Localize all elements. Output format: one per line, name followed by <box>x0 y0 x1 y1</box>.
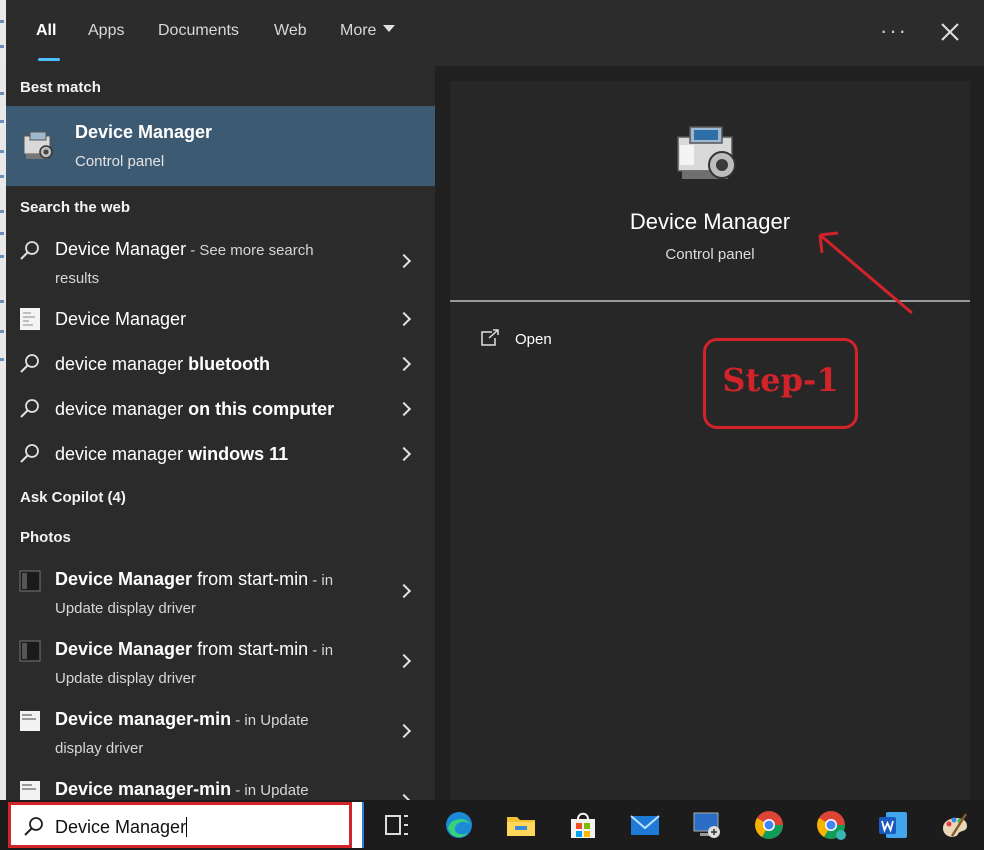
image-thumbnail-icon <box>20 781 40 800</box>
taskbar-search-box[interactable]: Device Manager <box>8 802 352 848</box>
device-manager-icon <box>677 126 736 179</box>
web-result-bold: windows 11 <box>188 444 289 464</box>
photo-result-rest: from start-min <box>192 569 309 589</box>
image-thumbnail-icon <box>20 711 40 731</box>
word-icon[interactable] <box>876 808 910 842</box>
web-result-bold: on this computer <box>188 399 335 419</box>
web-result-suffix: - See more search <box>186 242 314 259</box>
photo-result-item[interactable]: Device Manager from start-min - in Update… <box>6 566 435 626</box>
paint-icon[interactable] <box>938 808 972 842</box>
best-match-subtitle: Control panel <box>75 153 165 170</box>
chrome-icon[interactable] <box>752 808 786 842</box>
preview-panel: Device Manager Control panel Open <box>450 81 970 800</box>
photo-result-line2: display driver <box>55 740 144 757</box>
close-icon[interactable] <box>936 18 964 46</box>
tab-more-label: More <box>340 22 377 39</box>
photo-result-title: Device Manager <box>55 639 193 659</box>
more-options-icon[interactable]: ··· <box>880 18 908 44</box>
open-external-icon <box>481 329 499 346</box>
tab-apps[interactable]: Apps <box>88 22 124 40</box>
web-result-item[interactable]: device manager bluetooth <box>6 351 435 387</box>
web-result-prefix: device manager <box>55 399 189 419</box>
best-match-item[interactable]: Device Manager Control panel <box>6 106 435 186</box>
tab-web[interactable]: Web <box>274 22 307 40</box>
section-photos: Photos <box>20 529 71 546</box>
photo-result-rest: from start-min <box>192 639 309 659</box>
section-ask-copilot[interactable]: Ask Copilot (4) <box>20 489 126 506</box>
results-panel: Best match Device Manager Control panel … <box>6 66 435 800</box>
image-thumbnail-icon <box>19 570 41 592</box>
active-tab-indicator <box>38 58 60 61</box>
chevron-right-icon <box>396 311 412 327</box>
text-cursor <box>186 817 188 837</box>
section-search-web: Search the web <box>20 199 131 216</box>
chevron-right-icon <box>396 401 412 417</box>
chevron-right-icon <box>396 356 412 372</box>
search-header: All Apps Documents Web More ··· <box>6 0 984 66</box>
search-box-edge <box>352 802 364 848</box>
tab-all[interactable]: All <box>36 22 56 40</box>
photo-result-title: Device manager-min <box>55 709 232 729</box>
photo-result-title: Device manager-min <box>55 779 232 799</box>
web-result-line2: results <box>55 270 100 287</box>
device-manager-icon <box>23 131 53 159</box>
chevron-right-icon <box>396 446 412 462</box>
photo-result-title: Device Manager <box>55 569 193 589</box>
search-input[interactable]: Device Manager <box>55 817 335 838</box>
photo-result-location: - in Update <box>231 782 309 799</box>
web-result-prefix: device manager <box>55 354 189 374</box>
annotation-step-label: Step-1 <box>722 361 839 399</box>
photo-result-location: - in <box>308 642 334 659</box>
file-explorer-icon[interactable] <box>504 808 538 842</box>
web-result-main: Device Manager <box>55 239 187 259</box>
best-match-title: Device Manager <box>75 122 213 142</box>
web-result-bold: bluetooth <box>188 354 271 374</box>
open-label: Open <box>515 331 552 348</box>
chevron-right-icon <box>396 253 412 269</box>
tab-more[interactable]: More <box>340 22 396 40</box>
photo-result-line2: Update display driver <box>55 670 196 687</box>
search-input-value: Device Manager <box>55 817 187 837</box>
image-thumbnail-icon <box>19 640 41 662</box>
photo-result-line2: Update display driver <box>55 600 196 617</box>
taskbar: Device Manager <box>0 800 984 850</box>
web-result-main: Device Manager <box>55 309 187 329</box>
mail-icon[interactable] <box>628 808 662 842</box>
chevron-right-icon <box>396 583 412 599</box>
caret-down-icon <box>383 25 396 32</box>
chevron-right-icon <box>396 723 412 739</box>
search-icon <box>20 444 39 463</box>
document-icon <box>20 308 40 330</box>
annotation-arrow <box>818 231 913 315</box>
open-button[interactable]: Open <box>480 327 600 355</box>
task-view-icon[interactable] <box>380 808 414 842</box>
edge-icon[interactable] <box>442 808 476 842</box>
web-result-item[interactable]: Device Manager <box>6 306 435 342</box>
web-result-item[interactable]: device manager windows 11 <box>6 441 435 477</box>
photo-result-location: - in <box>308 572 334 589</box>
photo-result-item[interactable]: Device Manager from start-min - in Update… <box>6 636 435 696</box>
chrome-profile-icon[interactable] <box>814 808 848 842</box>
search-icon <box>20 399 39 418</box>
photo-result-item[interactable]: Device manager-min - in Update <box>6 776 435 800</box>
photo-result-item[interactable]: Device manager-min - in Update display dr… <box>6 706 435 766</box>
search-icon <box>20 354 39 373</box>
chevron-right-icon <box>396 653 412 669</box>
photo-result-location: - in Update <box>231 712 309 729</box>
annotation-step-box: Step-1 <box>703 338 858 429</box>
remote-desktop-icon[interactable] <box>690 808 724 842</box>
web-result-item[interactable]: Device Manager - See more search results <box>6 236 435 290</box>
section-best-match: Best match <box>20 79 101 96</box>
tab-documents[interactable]: Documents <box>158 22 239 40</box>
search-icon <box>24 817 43 836</box>
web-result-item[interactable]: device manager on this computer <box>6 396 435 432</box>
store-icon[interactable] <box>566 808 600 842</box>
web-result-prefix: device manager <box>55 444 189 464</box>
search-icon <box>20 241 39 260</box>
